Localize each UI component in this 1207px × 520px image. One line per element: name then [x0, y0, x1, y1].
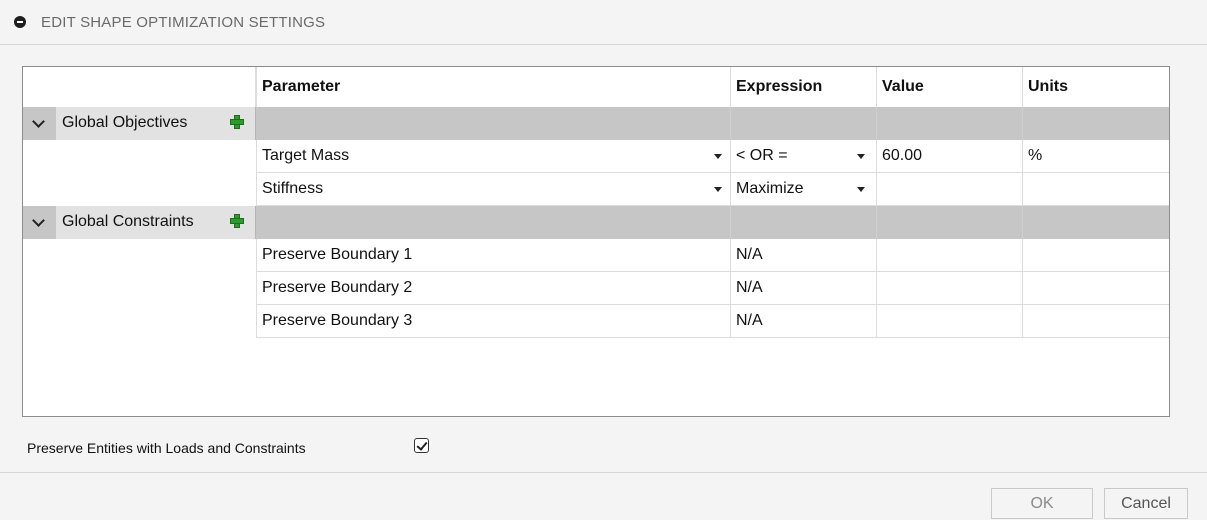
- parameter-value: Stiffness: [262, 180, 324, 197]
- group-header-constraints: Global Constraints: [56, 206, 256, 239]
- group-label: Global Constraints: [62, 213, 194, 230]
- chevron-down-icon: [32, 214, 45, 227]
- value-cell: [877, 305, 1023, 338]
- expression-select[interactable]: < OR =: [731, 140, 877, 173]
- dropdown-arrow-icon: [857, 154, 865, 159]
- add-objective-icon[interactable]: [230, 115, 244, 129]
- group-cell: [877, 107, 1023, 140]
- column-header-value: Value: [877, 67, 1023, 107]
- parameter-select[interactable]: Stiffness: [256, 173, 731, 206]
- column-header-parameter: Parameter: [256, 67, 731, 107]
- cancel-button[interactable]: Cancel: [1104, 488, 1188, 519]
- parameter-select[interactable]: Target Mass: [256, 140, 731, 173]
- dropdown-arrow-icon: [714, 154, 722, 159]
- dialog-header: EDIT SHAPE OPTIMIZATION SETTINGS: [0, 0, 1207, 45]
- units-cell: [1023, 173, 1169, 206]
- expression-cell: N/A: [731, 272, 877, 305]
- table-row[interactable]: Preserve Boundary 1 N/A: [256, 239, 1169, 272]
- value-field[interactable]: [877, 173, 1023, 206]
- dropdown-arrow-icon: [857, 187, 865, 192]
- value-field[interactable]: 60.00: [877, 140, 1023, 173]
- parameter-cell: Preserve Boundary 3: [256, 305, 731, 338]
- units-cell: %: [1028, 147, 1043, 164]
- expression-select[interactable]: Maximize: [731, 173, 877, 206]
- preserve-entities-label: Preserve Entities with Loads and Constra…: [27, 440, 306, 456]
- value-cell: [877, 239, 1023, 272]
- header-spacer: [23, 67, 256, 107]
- expression-value: Maximize: [736, 180, 804, 197]
- table-row[interactable]: Preserve Boundary 2 N/A: [256, 272, 1169, 305]
- column-header-units: Units: [1028, 78, 1068, 95]
- group-cell: [731, 206, 877, 239]
- settings-grid: Parameter Expression Value Units Global …: [22, 66, 1170, 417]
- group-cell: [256, 206, 731, 239]
- parameter-cell: Preserve Boundary 1: [256, 239, 731, 272]
- table-row[interactable]: Target Mass < OR = 60.00 %: [256, 140, 1169, 173]
- group-cell: [256, 107, 731, 140]
- table-row[interactable]: Preserve Boundary 3 N/A: [256, 305, 1169, 338]
- dialog-title: EDIT SHAPE OPTIMIZATION SETTINGS: [41, 14, 326, 31]
- expression-value: < OR =: [736, 147, 788, 164]
- table-row[interactable]: Stiffness Maximize: [256, 173, 1169, 206]
- dialog-button-bar: OK Cancel: [0, 472, 1207, 520]
- expression-cell: N/A: [731, 305, 877, 338]
- group-header-objectives: Global Objectives: [56, 107, 256, 140]
- units-cell: [1023, 272, 1169, 305]
- add-constraint-icon[interactable]: [230, 214, 244, 228]
- group-cell: [731, 107, 877, 140]
- group-row-objectives: Global Objectives: [23, 107, 1169, 140]
- parameter-value: Target Mass: [262, 147, 350, 164]
- group-cell: [877, 206, 1023, 239]
- collapse-icon[interactable]: [14, 16, 26, 28]
- column-header-expression: Expression: [731, 67, 877, 107]
- dropdown-arrow-icon: [714, 187, 722, 192]
- ok-button[interactable]: OK: [991, 488, 1093, 519]
- parameter-cell: Preserve Boundary 2: [256, 272, 731, 305]
- chevron-down-icon: [32, 115, 45, 128]
- expand-objectives-toggle[interactable]: [23, 107, 56, 140]
- group-label: Global Objectives: [62, 114, 188, 131]
- preserve-entities-checkbox[interactable]: [414, 438, 429, 453]
- units-cell: [1023, 305, 1169, 338]
- expression-cell: N/A: [731, 239, 877, 272]
- units-cell: [1023, 239, 1169, 272]
- expand-constraints-toggle[interactable]: [23, 206, 56, 239]
- grid-header-row: Parameter Expression Value Units: [23, 67, 1169, 107]
- group-row-constraints: Global Constraints: [23, 206, 1169, 239]
- value-cell: [877, 272, 1023, 305]
